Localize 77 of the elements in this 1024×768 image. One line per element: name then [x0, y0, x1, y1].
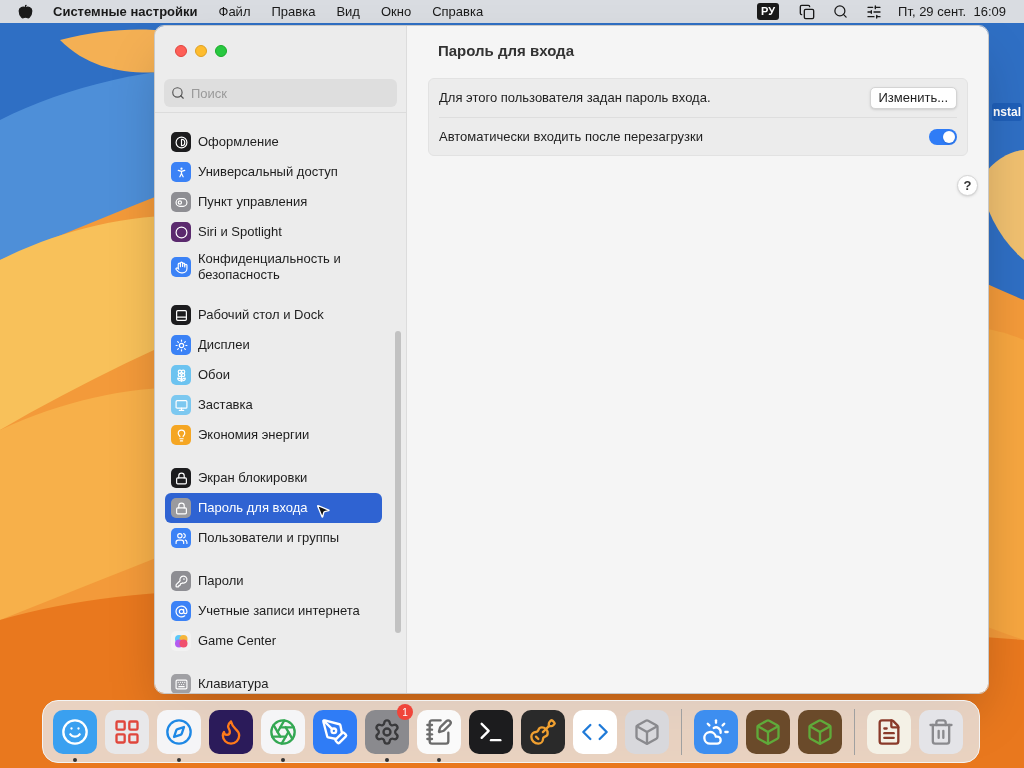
hand-icon: [171, 257, 191, 277]
setting-label: Для этого пользователя задан пароль входа.: [439, 89, 711, 108]
windows-icon[interactable]: [799, 3, 816, 20]
sidebar-item[interactable]: Конфиденциальность и безопасность: [165, 247, 382, 287]
sidebar-item[interactable]: Клавиатура: [165, 669, 382, 693]
sidebar-item[interactable]: Пункт управления: [165, 187, 382, 217]
page-title: Пароль для входа: [437, 42, 575, 60]
search-field[interactable]: Поиск: [164, 79, 397, 107]
grid-icon[interactable]: [105, 709, 149, 754]
smile-icon[interactable]: [53, 709, 97, 754]
sidebar-item[interactable]: Рабочий стол и Dock: [165, 300, 382, 330]
sidebar-item[interactable]: Обои: [165, 360, 382, 390]
menu-item[interactable]: Справка: [432, 1, 484, 22]
flower-icon: [171, 365, 191, 385]
people-icon: [171, 528, 191, 548]
sidebar-item[interactable]: Экран блокировки: [165, 463, 382, 493]
accessibility-icon: [171, 162, 191, 182]
scrollbar[interactable]: [395, 331, 401, 633]
lock-icon: [171, 498, 191, 518]
guitar-icon[interactable]: [521, 709, 565, 754]
menu-app-name[interactable]: Системные настройки: [53, 1, 198, 22]
pen-icon[interactable]: [313, 709, 357, 754]
mouse-pointer-icon: [315, 503, 331, 519]
block-icon[interactable]: [798, 709, 842, 754]
search-icon: [171, 86, 185, 100]
trash-icon[interactable]: [919, 709, 963, 754]
desktop-file-label[interactable]: nstal: [992, 103, 1022, 121]
code-icon[interactable]: [573, 709, 617, 754]
bubbles-icon: [171, 631, 191, 651]
menu-item[interactable]: Правка: [271, 1, 316, 22]
menu-item[interactable]: Файл: [218, 1, 251, 22]
key-icon: [171, 571, 191, 591]
lock-icon: [171, 468, 191, 488]
control-center-icon[interactable]: [866, 3, 883, 20]
toggles-icon: [171, 192, 191, 212]
gear-icon[interactable]: [365, 709, 409, 754]
contrast-icon: [171, 132, 191, 152]
notification-badge: 1: [397, 704, 413, 720]
help-button[interactable]: ?: [957, 175, 978, 196]
sidebar-item[interactable]: Заставка: [165, 390, 382, 420]
sidebar-item[interactable]: Дисплеи: [165, 330, 382, 360]
document-icon[interactable]: [867, 709, 911, 754]
setting-label: Автоматически входить после перезагрузки: [439, 127, 703, 146]
monitor-icon: [171, 395, 191, 415]
sidebar-item[interactable]: Пароль для входа: [165, 493, 382, 523]
terminal-icon[interactable]: [469, 709, 513, 754]
cloud-icon[interactable]: [694, 709, 738, 754]
input-source-badge[interactable]: РУ: [757, 3, 780, 20]
block-icon[interactable]: [746, 709, 790, 754]
keyboard-icon: [171, 674, 191, 693]
sidebar-item[interactable]: Siri и Spotlight: [165, 217, 382, 247]
aperture-icon[interactable]: [261, 709, 305, 754]
apple-icon[interactable]: [18, 4, 33, 19]
sidebar-item[interactable]: Пользователи и группы: [165, 523, 382, 553]
orb-icon: [171, 222, 191, 242]
bulb-icon: [171, 425, 191, 445]
change-button[interactable]: Изменить...: [869, 87, 957, 109]
menu-item[interactable]: Вид: [336, 1, 360, 22]
zoom-button[interactable]: [215, 45, 227, 57]
sidebar-item[interactable]: Учетные записи интернета: [165, 596, 382, 626]
sidebar-item[interactable]: Экономия энергии: [165, 420, 382, 450]
at-sign-icon: [171, 601, 191, 621]
dock-icon: [171, 305, 191, 325]
notepad-icon[interactable]: [417, 709, 461, 754]
menu-item[interactable]: Окно: [380, 1, 412, 22]
cube-icon[interactable]: [625, 709, 669, 754]
clock-text[interactable]: Пт, 29 сент. 16:09: [898, 1, 1006, 22]
sun-icon: [171, 335, 191, 355]
search-icon[interactable]: [833, 4, 849, 19]
sidebar-item[interactable]: Универсальный доступ: [165, 157, 382, 187]
toggle-switch[interactable]: [929, 128, 957, 145]
flame-icon[interactable]: [209, 709, 253, 754]
close-button[interactable]: [175, 45, 187, 57]
sidebar-item[interactable]: Оформление: [165, 127, 382, 157]
sidebar-item[interactable]: Game Center: [165, 626, 382, 656]
compass-icon[interactable]: [157, 709, 201, 754]
sidebar-item[interactable]: Пароли: [165, 566, 382, 596]
